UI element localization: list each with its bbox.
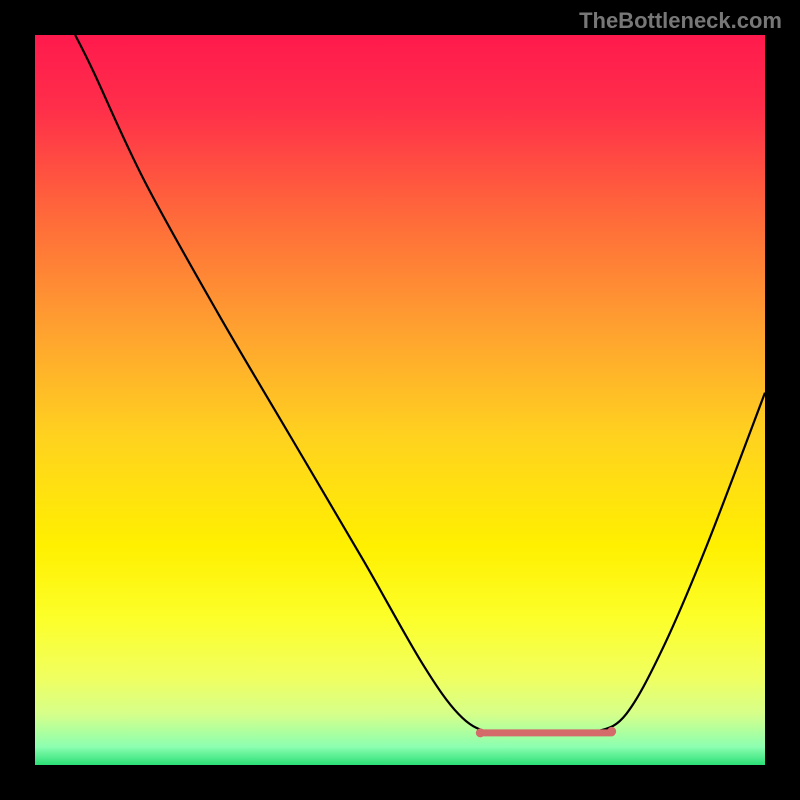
watermark-text: TheBottleneck.com (579, 8, 782, 34)
bottleneck-curve (75, 35, 765, 734)
range-endpoint-marker (476, 728, 485, 737)
curve-layer (35, 35, 765, 765)
chart-container: TheBottleneck.com (0, 0, 800, 800)
plot-area (35, 35, 765, 765)
range-endpoint-marker (607, 727, 616, 736)
